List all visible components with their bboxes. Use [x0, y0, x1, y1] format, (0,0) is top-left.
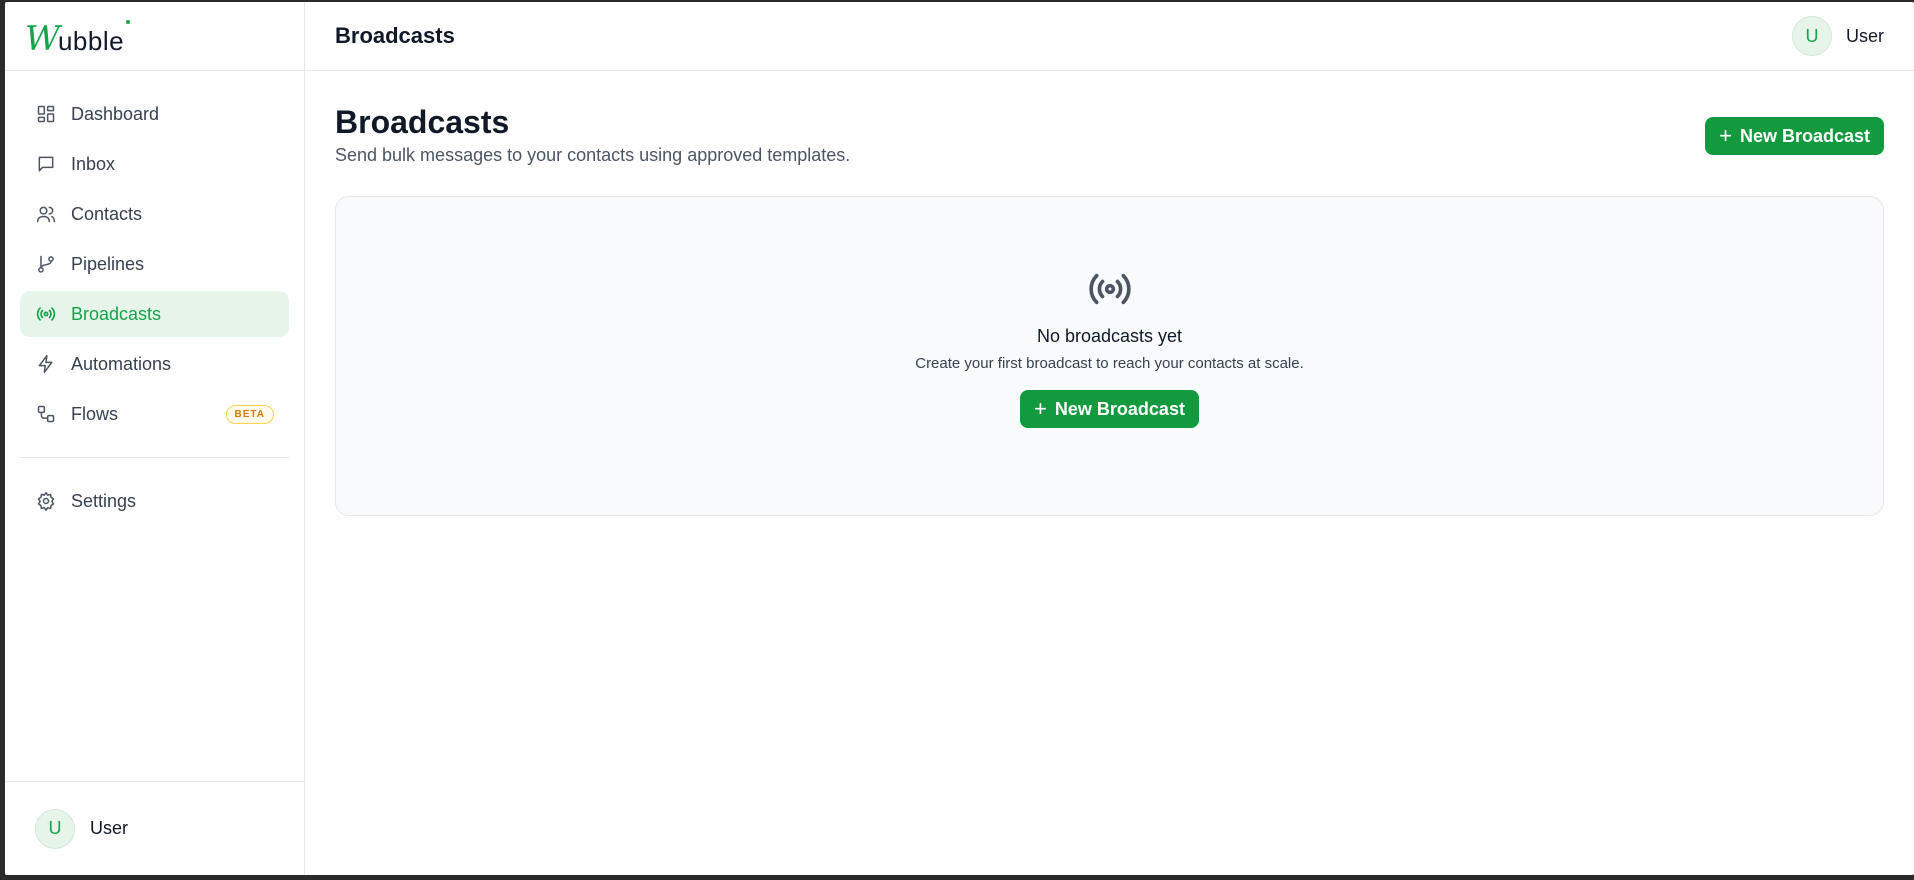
- page-content: Broadcasts Send bulk messages to your co…: [305, 71, 1914, 516]
- dashboard-icon: [36, 104, 56, 124]
- avatar: U: [1791, 16, 1832, 56]
- app-window: W ubble Dashboard Inbox Contacts Pipelin…: [5, 2, 1914, 875]
- flows-icon: [36, 404, 56, 424]
- logo-text: ubble: [57, 26, 125, 56]
- page-title: Broadcasts: [335, 104, 510, 140]
- empty-state-new-broadcast-button[interactable]: + New Broadcast: [1020, 390, 1199, 428]
- sidebar-item-label: Flows: [71, 403, 119, 424]
- inbox-icon: [36, 154, 56, 174]
- sidebar-item-dashboard[interactable]: Dashboard: [20, 91, 289, 137]
- logo-area: W ubble: [5, 2, 304, 71]
- new-broadcast-button[interactable]: + New Broadcast: [1705, 117, 1884, 155]
- page-subtitle: Send bulk messages to your contacts usin…: [335, 145, 851, 165]
- empty-state-card: No broadcasts yet Create your first broa…: [335, 196, 1884, 516]
- sidebar-item-pipelines[interactable]: Pipelines: [20, 241, 289, 287]
- pipelines-icon: [36, 254, 56, 274]
- user-name: User: [90, 818, 129, 838]
- gear-icon: [36, 491, 56, 511]
- sidebar-user-profile[interactable]: U User: [5, 781, 304, 875]
- sidebar: W ubble Dashboard Inbox Contacts Pipelin…: [5, 2, 305, 875]
- broadcast-icon: [36, 304, 56, 324]
- avatar: U: [35, 808, 75, 849]
- user-name: User: [1845, 25, 1884, 46]
- beta-badge: BETA: [225, 404, 274, 424]
- contacts-icon: [36, 204, 56, 224]
- main-area: Broadcasts U User Broadcasts Send bulk m…: [305, 2, 1914, 875]
- sidebar-secondary-nav: Settings: [5, 478, 304, 528]
- sidebar-item-label: Inbox: [71, 153, 116, 174]
- plus-icon: +: [1719, 123, 1732, 148]
- sidebar-item-label: Settings: [71, 490, 137, 511]
- brand-logo[interactable]: W ubble: [25, 16, 131, 59]
- page-header: Broadcasts Send bulk messages to your co…: [335, 103, 1884, 166]
- logo-dot: [126, 20, 131, 24]
- lightning-icon: [36, 354, 56, 374]
- sidebar-item-label: Automations: [71, 353, 172, 374]
- sidebar-item-contacts[interactable]: Contacts: [20, 191, 289, 237]
- sidebar-item-broadcasts[interactable]: Broadcasts: [20, 291, 289, 337]
- plus-icon: +: [1034, 396, 1047, 421]
- header-user-menu[interactable]: U User: [1791, 16, 1884, 56]
- sidebar-item-flows[interactable]: Flows BETA: [20, 391, 289, 437]
- broadcast-icon: [1085, 269, 1135, 314]
- sidebar-item-inbox[interactable]: Inbox: [20, 141, 289, 187]
- sidebar-item-label: Dashboard: [71, 103, 160, 124]
- top-bar: Broadcasts U User: [305, 2, 1914, 71]
- empty-state-title: No broadcasts yet: [1036, 326, 1183, 346]
- sidebar-divider: [20, 457, 289, 458]
- sidebar-item-label: Contacts: [71, 203, 143, 224]
- button-label: New Broadcast: [1739, 125, 1870, 146]
- sidebar-item-automations[interactable]: Automations: [20, 341, 289, 387]
- header-title: Broadcasts: [335, 23, 455, 48]
- page-heading-group: Broadcasts Send bulk messages to your co…: [335, 103, 850, 166]
- sidebar-item-label: Broadcasts: [71, 303, 162, 324]
- empty-state-subtitle: Create your first broadcast to reach you…: [915, 355, 1304, 372]
- button-label: New Broadcast: [1054, 398, 1185, 419]
- sidebar-item-label: Pipelines: [71, 253, 145, 274]
- sidebar-nav: Dashboard Inbox Contacts Pipelines Broad…: [5, 71, 304, 441]
- sidebar-item-settings[interactable]: Settings: [20, 478, 289, 524]
- logo-initial: W: [25, 19, 60, 59]
